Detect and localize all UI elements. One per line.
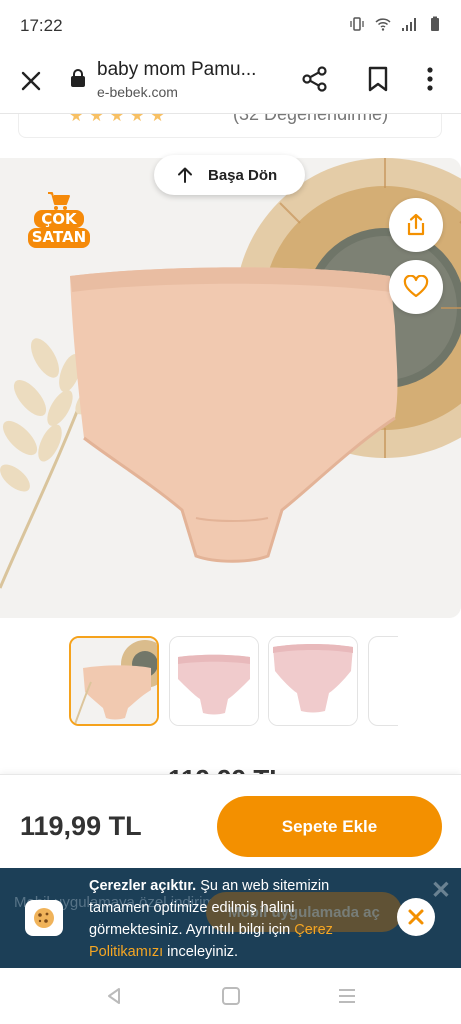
rating-stars: ★★★★★	[69, 114, 171, 125]
battery-icon	[431, 16, 439, 31]
wifi-icon	[375, 18, 391, 31]
bookmark-icon	[368, 66, 388, 92]
share-button[interactable]	[298, 62, 332, 96]
close-icon	[21, 71, 41, 91]
tab-title[interactable]: baby mom Pamu...	[97, 59, 256, 81]
cookie-banner: Mobil uygulamaya özel indirimleri kaçırm…	[0, 868, 461, 968]
home-icon[interactable]	[222, 987, 240, 1005]
product-share-button[interactable]	[389, 198, 443, 252]
thumbnail-item[interactable]	[268, 636, 358, 726]
page-url[interactable]: e-bebek.com	[97, 84, 178, 100]
share-icon	[302, 66, 327, 92]
badge-line1: ÇOK	[41, 210, 77, 228]
product-price-partial: 119,99 TL	[168, 756, 285, 776]
scroll-to-top-button[interactable]: Başa Dön	[154, 155, 305, 195]
recents-icon[interactable]	[338, 988, 356, 1004]
more-menu-button[interactable]	[415, 62, 445, 96]
cookie-message: Çerezler açıktır. Şu an web sitemizin ta…	[89, 875, 369, 963]
best-seller-badge: ÇOK SATAN	[28, 190, 90, 252]
lock-icon	[71, 69, 85, 87]
thumbnail-item[interactable]	[69, 636, 159, 726]
close-icon	[408, 909, 424, 925]
bookmark-button[interactable]	[361, 62, 395, 96]
favorite-button[interactable]	[389, 260, 443, 314]
cookie-suffix: inceleyiniz.	[163, 944, 239, 960]
vibrate-icon	[350, 17, 364, 31]
back-icon[interactable]	[104, 986, 124, 1006]
share-upload-icon	[407, 213, 425, 236]
rating-summary: ★★★★★ (32 Değerlendirme)	[18, 114, 442, 138]
cart-price: 119,99 TL	[20, 811, 142, 841]
cookie-close-button[interactable]	[397, 898, 435, 936]
thumbnail-image	[170, 637, 258, 725]
rating-count: (32 Değerlendirme)	[233, 114, 389, 124]
cart-icon	[48, 192, 70, 210]
cookie-icon	[25, 900, 63, 936]
thumbnail-item[interactable]	[368, 636, 398, 726]
thumbnail-image	[71, 638, 157, 724]
signal-icon	[402, 18, 416, 31]
status-icons	[349, 16, 443, 32]
app-promo-close-icon[interactable]: ✕	[431, 876, 451, 905]
thumbnail-item[interactable]	[169, 636, 259, 726]
status-bar: 17:22	[0, 0, 461, 52]
system-nav-bar	[0, 968, 461, 1024]
thumbnail-image	[269, 637, 357, 725]
thumbnail-strip	[68, 635, 398, 727]
badge-line2: SATAN	[31, 228, 87, 246]
add-to-cart-button[interactable]: Sepete Ekle	[217, 796, 442, 857]
heart-icon	[403, 275, 429, 298]
arrow-up-icon	[178, 167, 192, 183]
scroll-to-top-label: Başa Dön	[208, 166, 278, 184]
status-time: 17:22	[20, 16, 63, 35]
sticky-cart-bar: 119,99 TL Sepete Ekle	[0, 774, 461, 868]
close-tab-button[interactable]	[14, 64, 48, 98]
more-vert-icon	[427, 67, 433, 91]
browser-toolbar: baby mom Pamu... e-bebek.com	[0, 52, 461, 114]
cookie-title: Çerezler açıktır.	[89, 878, 197, 894]
